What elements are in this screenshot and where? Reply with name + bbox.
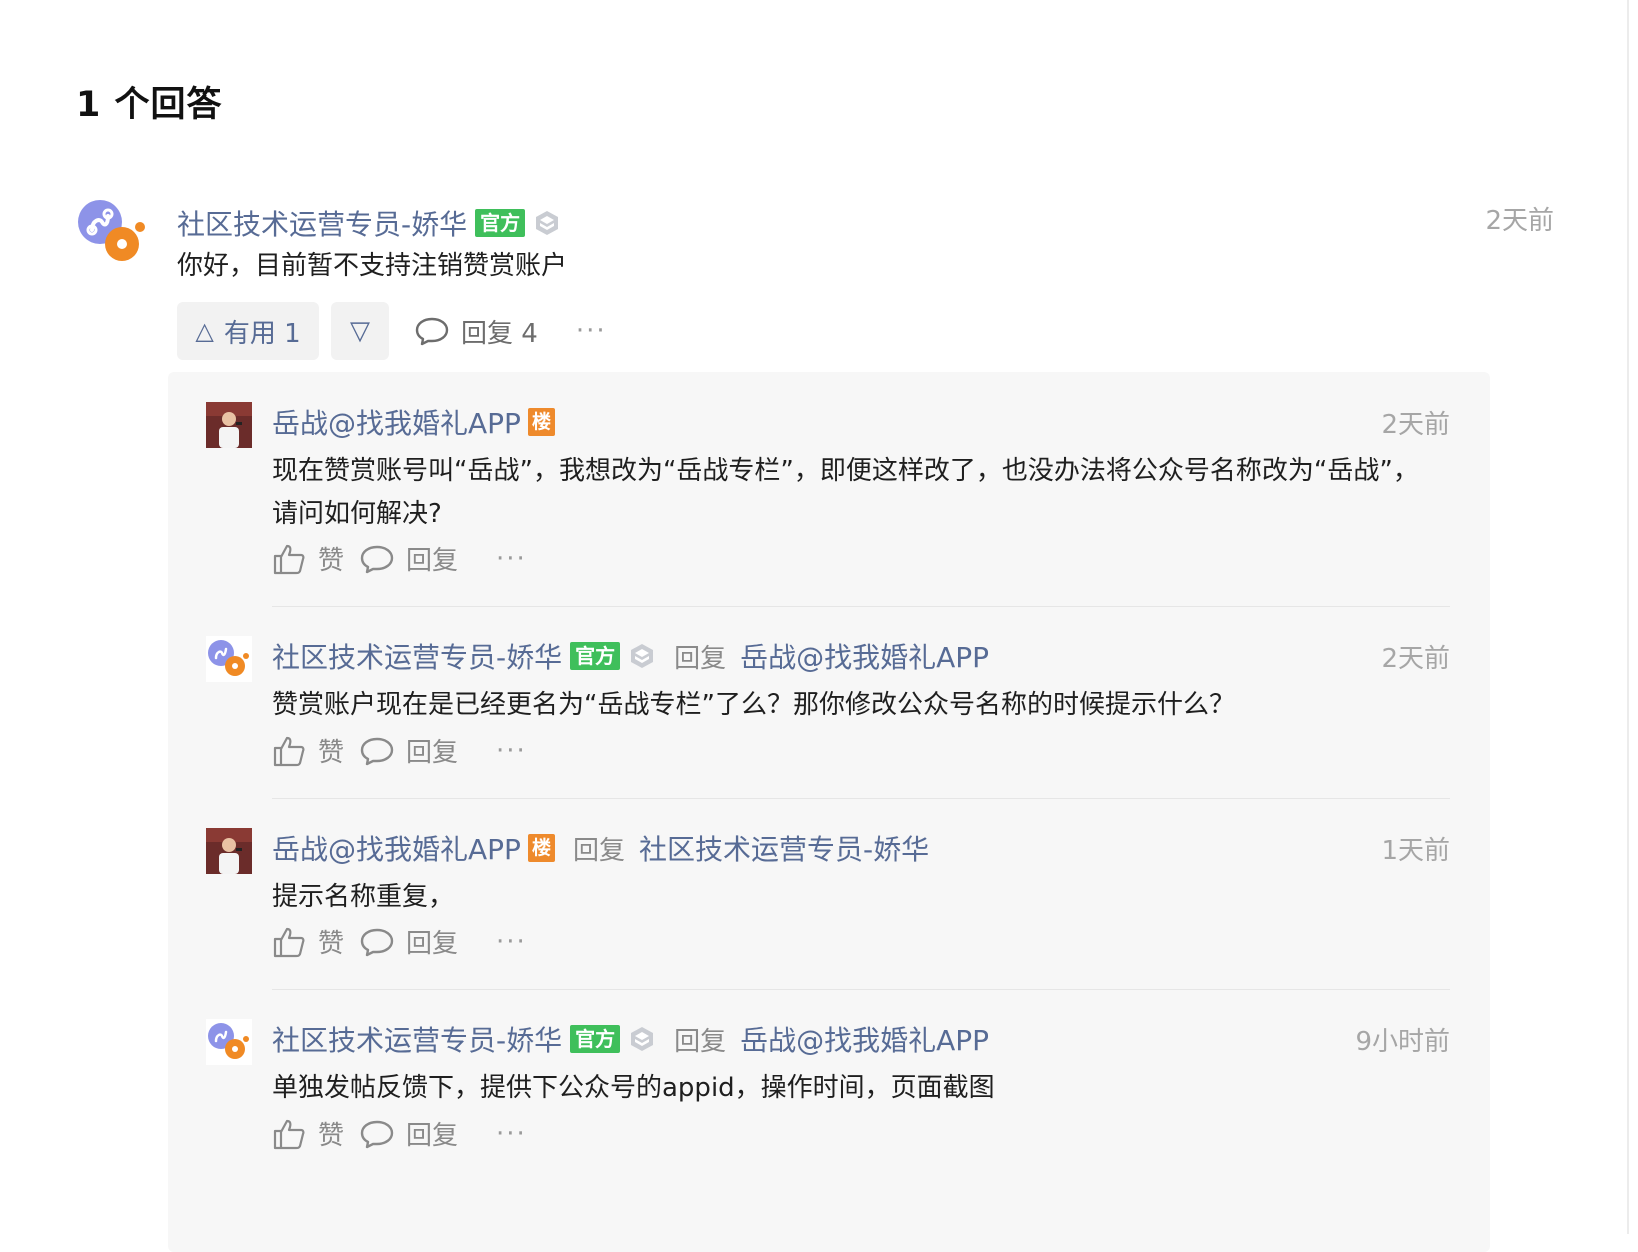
reply-header: 岳战@找我婚礼APP 楼 (272, 402, 555, 442)
answer-timestamp: 2天前 (1485, 206, 1554, 236)
answers-count-heading: 1 个回答 (76, 85, 223, 125)
floor-owner-badge: 楼 (527, 408, 555, 436)
thumbs-up-icon (273, 736, 305, 766)
triangle-down-icon: ▽ (350, 316, 370, 346)
miniprogram-logo-icon[interactable] (78, 200, 152, 270)
like-label: 赞 (318, 1121, 345, 1151)
level-shield-icon (631, 644, 654, 668)
reply-divider (272, 989, 1450, 990)
thumbs-up-icon (273, 1119, 305, 1149)
official-badge: 官方 (570, 642, 621, 670)
reply-count-button[interactable]: 回复 4 (415, 313, 538, 350)
comment-bubble-icon (360, 545, 394, 573)
reply-header: 岳战@找我婚礼APP 楼 回复 社区技术运营专员-娇华 (272, 828, 929, 868)
not-useful-button[interactable]: ▽ (331, 302, 389, 360)
comment-bubble-icon (415, 317, 449, 346)
user-photo-avatar[interactable] (206, 402, 252, 448)
reply-author-name[interactable]: 岳战@找我婚礼APP (272, 402, 521, 442)
reply-to-word: 回复 (674, 643, 727, 674)
reply-author-name[interactable]: 岳战@找我婚礼APP (272, 828, 521, 868)
answer-author-name[interactable]: 社区技术运营专员-娇华 (177, 203, 467, 243)
reply-count-label: 回复 4 (461, 318, 538, 349)
reply-button[interactable]: 回复 (360, 732, 458, 769)
like-label: 赞 (318, 929, 345, 959)
answer-content: 你好，目前暂不支持注销赞赏账户 (177, 251, 568, 281)
official-badge: 官方 (475, 209, 526, 237)
reply-label: 回复 (406, 738, 459, 768)
like-label: 赞 (318, 738, 345, 768)
reply-actions: 赞 回复 ··· (272, 732, 527, 769)
level-shield-icon (536, 211, 559, 235)
reply-actions: 赞 回复 ··· (272, 1115, 527, 1152)
reply-to-name[interactable]: 社区技术运营专员-娇华 (639, 828, 929, 868)
comment-bubble-icon (360, 928, 394, 956)
reply-timestamp: 1天前 (1381, 836, 1450, 866)
reply-to-name[interactable]: 岳战@找我婚礼APP (740, 636, 989, 676)
answer-header: 社区技术运营专员-娇华 官方 (177, 203, 561, 243)
replies-panel: 岳战@找我婚礼APP 楼 2天前 现在赞赏账号叫“岳战”，我想改为“岳战专栏”，… (168, 372, 1490, 1252)
reply-timestamp: 9小时前 (1355, 1027, 1450, 1057)
reply-header: 社区技术运营专员-娇华 官方 回复 岳战@找我婚礼APP (272, 1019, 989, 1059)
reply-label: 回复 (406, 1121, 459, 1151)
reply-actions: 赞 回复 ··· (272, 923, 527, 960)
like-label: 赞 (318, 546, 345, 576)
level-shield-icon (631, 1027, 654, 1051)
thumbs-up-icon (273, 927, 305, 957)
reply-button[interactable]: 回复 (360, 540, 458, 577)
more-options-button[interactable]: ··· (496, 1119, 527, 1149)
more-options-button[interactable]: ··· (496, 736, 527, 766)
floor-owner-badge: 楼 (527, 834, 555, 862)
thumbs-up-icon (273, 544, 305, 574)
reply-author-name[interactable]: 社区技术运营专员-娇华 (272, 1019, 562, 1059)
like-button[interactable]: 赞 (272, 732, 344, 769)
reply-timestamp: 2天前 (1381, 644, 1450, 674)
reply-divider (272, 606, 1450, 607)
reply-content: 提示名称重复， (272, 882, 455, 912)
reply-divider (272, 798, 1450, 799)
reply-to-word: 回复 (572, 835, 625, 866)
useful-button[interactable]: △ 有用 1 (177, 302, 319, 360)
answer-actions: △ 有用 1 ▽ 回复 4 ··· (177, 302, 607, 360)
like-button[interactable]: 赞 (272, 1115, 344, 1152)
reply-button[interactable]: 回复 (360, 1115, 458, 1152)
reply-content: 单独发帖反馈下，提供下公众号的appid，操作时间，页面截图 (272, 1073, 995, 1103)
like-button[interactable]: 赞 (272, 540, 344, 577)
comment-bubble-icon (360, 1120, 394, 1148)
reply-to-word: 回复 (674, 1026, 727, 1057)
official-badge: 官方 (570, 1025, 621, 1053)
more-options-button[interactable]: ··· (496, 544, 527, 574)
user-photo-avatar[interactable] (206, 828, 252, 874)
reply-content: 赞赏账户现在是已经更名为“岳战专栏”了么？那你修改公众号名称的时候提示什么？ (272, 690, 1235, 720)
reply-label: 回复 (406, 929, 459, 959)
reply-to-name[interactable]: 岳战@找我婚礼APP (740, 1019, 989, 1059)
more-options-button[interactable]: ··· (496, 927, 527, 957)
useful-label: 有用 1 (223, 318, 301, 349)
reply-author-name[interactable]: 社区技术运营专员-娇华 (272, 636, 562, 676)
reply-timestamp: 2天前 (1381, 410, 1450, 440)
like-button[interactable]: 赞 (272, 923, 344, 960)
reply-label: 回复 (406, 546, 459, 576)
reply-header: 社区技术运营专员-娇华 官方 回复 岳战@找我婚礼APP (272, 636, 989, 676)
more-options-button[interactable]: ··· (576, 316, 607, 346)
reply-actions: 赞 回复 ··· (272, 540, 527, 577)
scrollbar-track[interactable] (1627, 0, 1629, 1234)
reply-button[interactable]: 回复 (360, 923, 458, 960)
comment-bubble-icon (360, 737, 394, 765)
miniprogram-logo-icon[interactable] (206, 636, 252, 682)
triangle-up-icon: △ (195, 317, 214, 345)
reply-content: 现在赞赏账号叫“岳战”，我想改为“岳战专栏”，即便这样改了，也没办法将公众号名称… (272, 456, 1419, 529)
miniprogram-logo-icon[interactable] (206, 1019, 252, 1065)
